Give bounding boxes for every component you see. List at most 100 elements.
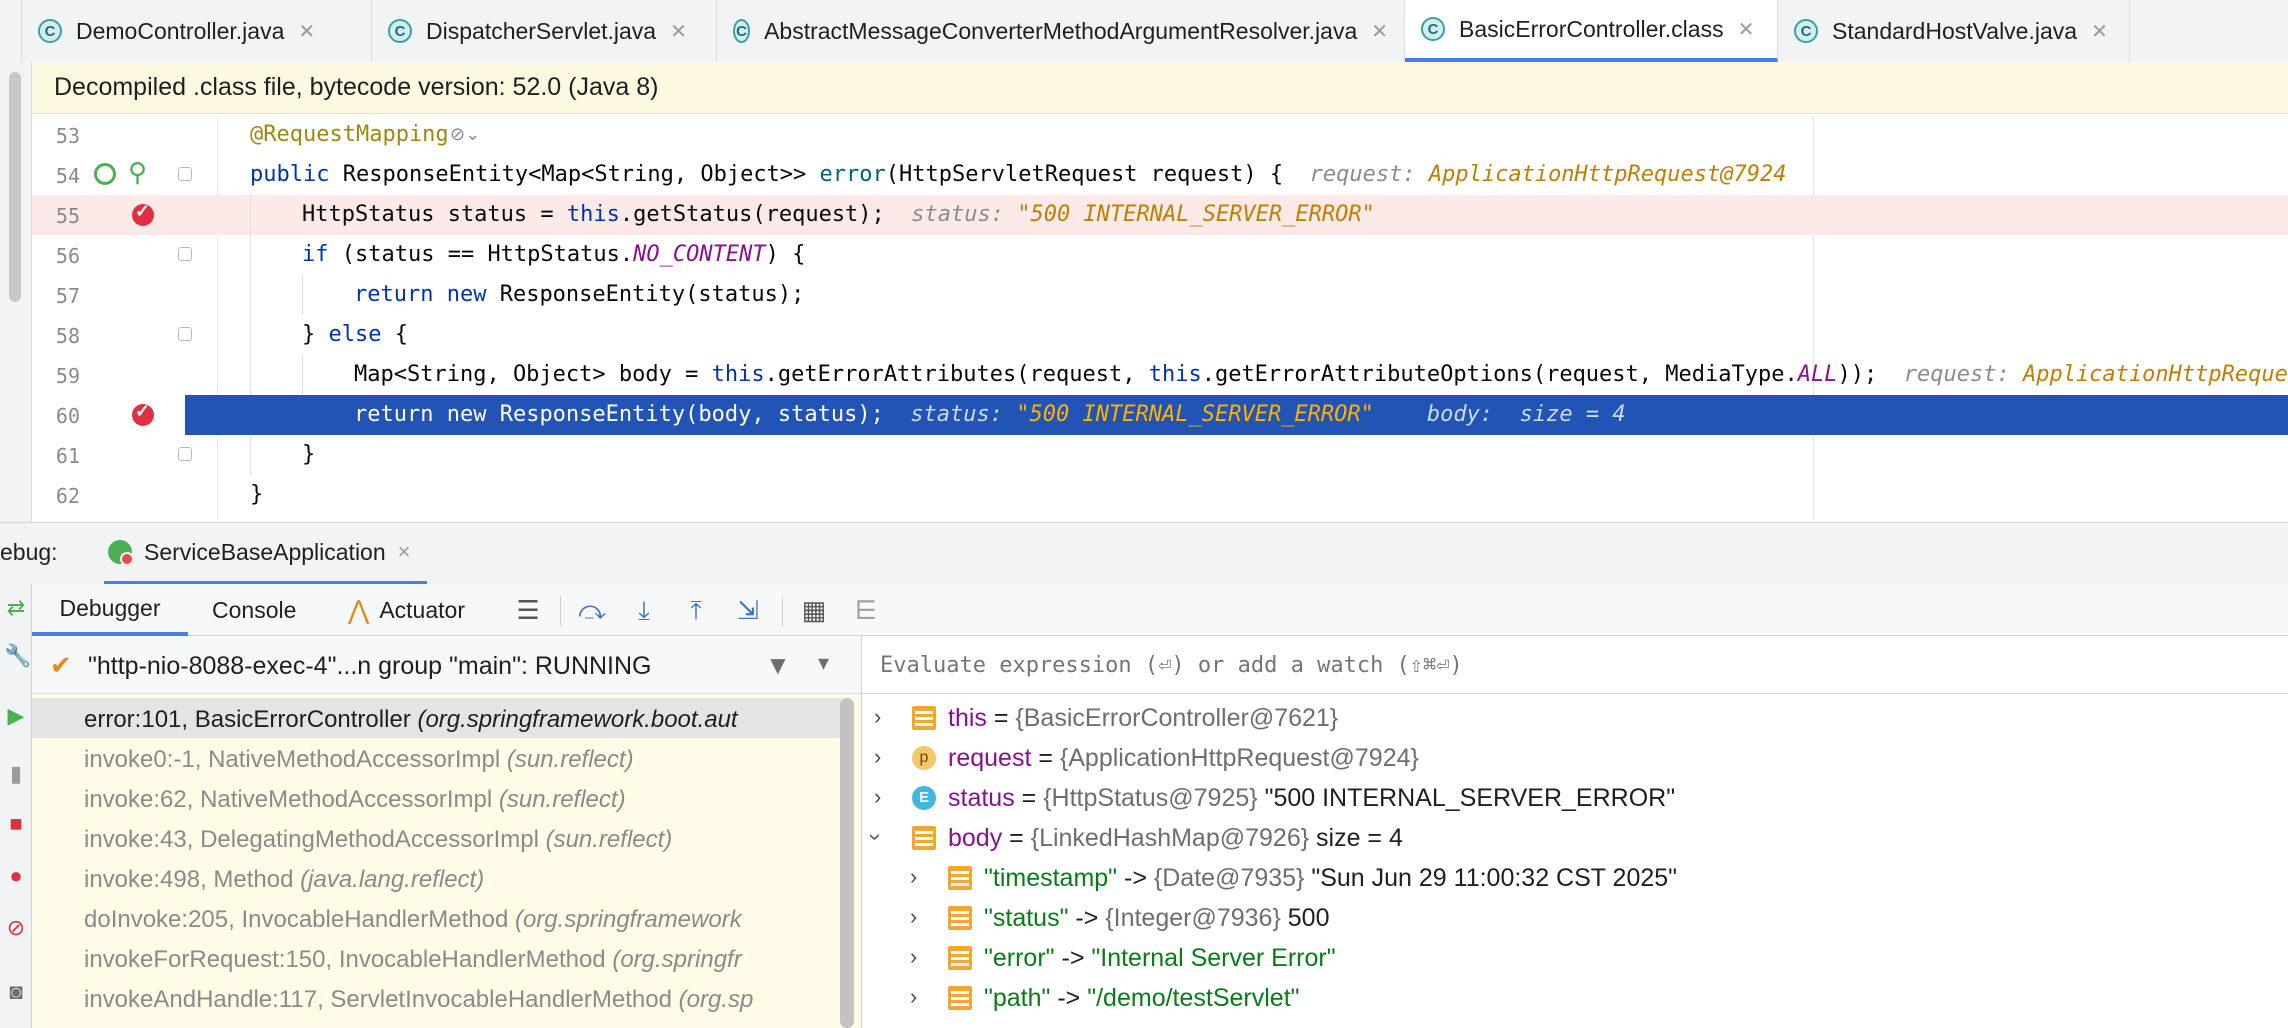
stop-icon[interactable]: ■ [4, 812, 28, 836]
code-text: ) { [765, 242, 806, 267]
code-text: .getStatus(request); [619, 202, 885, 227]
view-breakpoints-icon[interactable]: ● [4, 864, 28, 888]
chevron-right-icon[interactable]: › [874, 784, 881, 810]
tab-label: BasicErrorController.class [1459, 15, 1724, 42]
run-config-label: ServiceBaseApplication [144, 538, 386, 565]
fold-icon[interactable] [178, 247, 192, 261]
mute-breakpoints-icon[interactable]: ⊘ [4, 916, 28, 940]
variable-type: {HttpStatus@7925} [1043, 784, 1265, 812]
tab-basicerrorcontroller[interactable]: C BasicErrorController.class ✕ [1405, 0, 1778, 62]
tab-actuator[interactable]: ⋀ Actuator [348, 584, 465, 636]
map-entry-row[interactable]: › "status" -> {Integer@7936} 500 [862, 898, 2288, 938]
chevron-right-icon[interactable]: › [874, 704, 881, 730]
chevron-down-icon[interactable]: › [863, 833, 889, 840]
chevron-down-icon[interactable]: ▾ [818, 650, 829, 676]
add-mapping-icon[interactable]: ⚲ [128, 157, 147, 188]
step-into-icon[interactable]: ⤓ [628, 594, 660, 626]
stack-frame[interactable]: error:101, BasicErrorController (org.spr… [32, 698, 842, 738]
camera-icon[interactable]: ◙ [4, 980, 28, 1004]
editor-scrollbar[interactable] [9, 72, 21, 302]
fold-icon[interactable] [178, 327, 192, 341]
close-icon[interactable]: ✕ [1738, 17, 1755, 42]
stack-frame[interactable]: invoke:498, Method (java.lang.reflect) [32, 858, 842, 898]
chevron-right-icon[interactable]: › [910, 984, 917, 1010]
step-over-icon[interactable]: ⤼ [576, 594, 608, 626]
map-entry-row[interactable]: › "path" -> "/demo/testServlet" [862, 978, 2288, 1018]
tab-console[interactable]: Console [212, 584, 296, 636]
variable-row[interactable]: › p request = {ApplicationHttpRequest@79… [862, 738, 2288, 778]
run-to-cursor-icon[interactable]: ⇲ [732, 594, 764, 626]
chevron-right-icon[interactable]: › [910, 864, 917, 890]
close-icon[interactable]: ✕ [2091, 19, 2108, 44]
tab-abstractmessageconverter[interactable]: C AbstractMessageConverterMethodArgument… [717, 0, 1405, 62]
step-out-icon[interactable]: ⤒ [680, 594, 712, 626]
chevron-right-icon[interactable]: › [910, 944, 917, 970]
code-text: (HttpServletRequest request) { [885, 162, 1284, 187]
stack-frame[interactable]: doInvoke:205, InvocableHandlerMethod (or… [32, 898, 842, 938]
tab-dispatcherservlet[interactable]: C DispatcherServlet.java ✕ [372, 0, 717, 62]
arrow: -> [1054, 944, 1092, 972]
filter-icon[interactable]: ▼ [765, 650, 791, 681]
stack-frame[interactable]: invoke0:-1, NativeMethodAccessorImpl (su… [32, 738, 842, 778]
fold-icon[interactable] [178, 167, 192, 181]
close-icon[interactable]: ✕ [1371, 19, 1388, 44]
inline-hint-label: request: [1309, 162, 1429, 187]
arrow: -> [1068, 904, 1106, 932]
fold-icon[interactable] [178, 447, 192, 461]
trace-stream-icon[interactable]: ⋿ [850, 594, 882, 626]
keyword: return [354, 282, 447, 307]
rerun-icon[interactable]: ⇄ [4, 596, 28, 620]
breakpoint-icon[interactable] [132, 401, 154, 426]
map-entry-row[interactable]: › "error" -> "Internal Server Error" [862, 938, 2288, 978]
pause-icon[interactable]: ▮ [4, 762, 28, 786]
url-mapping-icon[interactable]: ⊘⌄ [450, 124, 480, 145]
debugger-toolbar: Debugger Console ⋀ Actuator ☰ ⤼ ⤓ ⤒ ⇲ ▦ … [32, 584, 2288, 636]
tab-label: Actuator [379, 596, 465, 623]
indent-guide [250, 315, 251, 355]
code-editor[interactable]: 53 @RequestMapping ⊘⌄ 54 ⚲ public Respon… [32, 115, 2288, 520]
wrench-icon[interactable]: 🔧 [4, 644, 31, 668]
chevron-right-icon[interactable]: › [874, 744, 881, 770]
class-icon: C [1421, 17, 1445, 41]
map-entry-row[interactable]: › "timestamp" -> {Date@7935} "Sun Jun 29… [862, 858, 2288, 898]
map-entry-icon [948, 946, 972, 970]
tab-label: StandardHostValve.java [1832, 17, 2078, 44]
breakpoint-icon[interactable] [132, 201, 154, 226]
variable-row-expanded[interactable]: › body = {LinkedHashMap@7926} size = 4 [862, 818, 2288, 858]
tab-democontroller[interactable]: C DemoController.java ✕ [22, 0, 372, 62]
variable-row[interactable]: › E status = {HttpStatus@7925} "500 INTE… [862, 778, 2288, 818]
inline-hint-value: "500 INTERNAL_SERVER_ERROR" [1016, 402, 1374, 427]
line-number: 53 [55, 124, 80, 148]
evaluate-bar [862, 636, 2288, 694]
stack-frame[interactable]: invokeForRequest:150, InvocableHandlerMe… [32, 938, 842, 978]
frames-scrollbar[interactable] [840, 698, 854, 1028]
close-icon[interactable]: ✕ [670, 19, 687, 44]
code-text: ResponseEntity(status); [499, 282, 805, 307]
line-number: 57 [55, 284, 80, 308]
stack-frame[interactable]: invoke:62, NativeMethodAccessorImpl (sun… [32, 778, 842, 818]
stack-frame[interactable]: invoke:43, DelegatingMethodAccessorImpl … [32, 818, 842, 858]
code-line-current-execution: 60 return new ResponseEntity(body, statu… [32, 395, 2288, 435]
banner-text: Decompiled .class file, bytecode version… [54, 73, 659, 101]
variable-value: "500 INTERNAL_SERVER_ERROR" [1264, 784, 1676, 812]
close-icon[interactable]: ✕ [298, 19, 315, 44]
run-config-tab[interactable]: ServiceBaseApplication × [104, 523, 427, 585]
stack-frame[interactable]: invokeAndHandle:117, ServletInvocableHan… [32, 978, 842, 1018]
menu-icon[interactable]: ☰ [512, 594, 544, 626]
map-key: "path" [984, 984, 1051, 1012]
frame-method: invokeForRequest:150, InvocableHandlerMe… [84, 946, 613, 973]
tab-debugger[interactable]: Debugger [32, 584, 188, 636]
variable-row[interactable]: › this = {BasicErrorController@7621} [862, 698, 2288, 738]
chevron-right-icon[interactable]: › [910, 904, 917, 930]
evaluate-expression-icon[interactable]: ▦ [798, 594, 830, 626]
evaluate-expression-input[interactable] [878, 652, 2262, 679]
code-text: .getErrorAttributeOptions(request, Media… [1201, 362, 1798, 387]
keyword: public [250, 162, 343, 187]
close-icon[interactable]: × [398, 539, 411, 565]
overrides-icon[interactable] [94, 163, 116, 185]
variable-type: {ApplicationHttpRequest@7924} [1059, 744, 1419, 772]
thread-selector[interactable]: ✔ "http-nio-8088-exec-4"...n group "main… [32, 636, 861, 694]
resume-icon[interactable]: ▶ [4, 704, 28, 728]
tab-standardhostvalve[interactable]: C StandardHostValve.java ✕ [1778, 0, 2130, 62]
code-text: .getErrorAttributes(request, [764, 362, 1149, 387]
